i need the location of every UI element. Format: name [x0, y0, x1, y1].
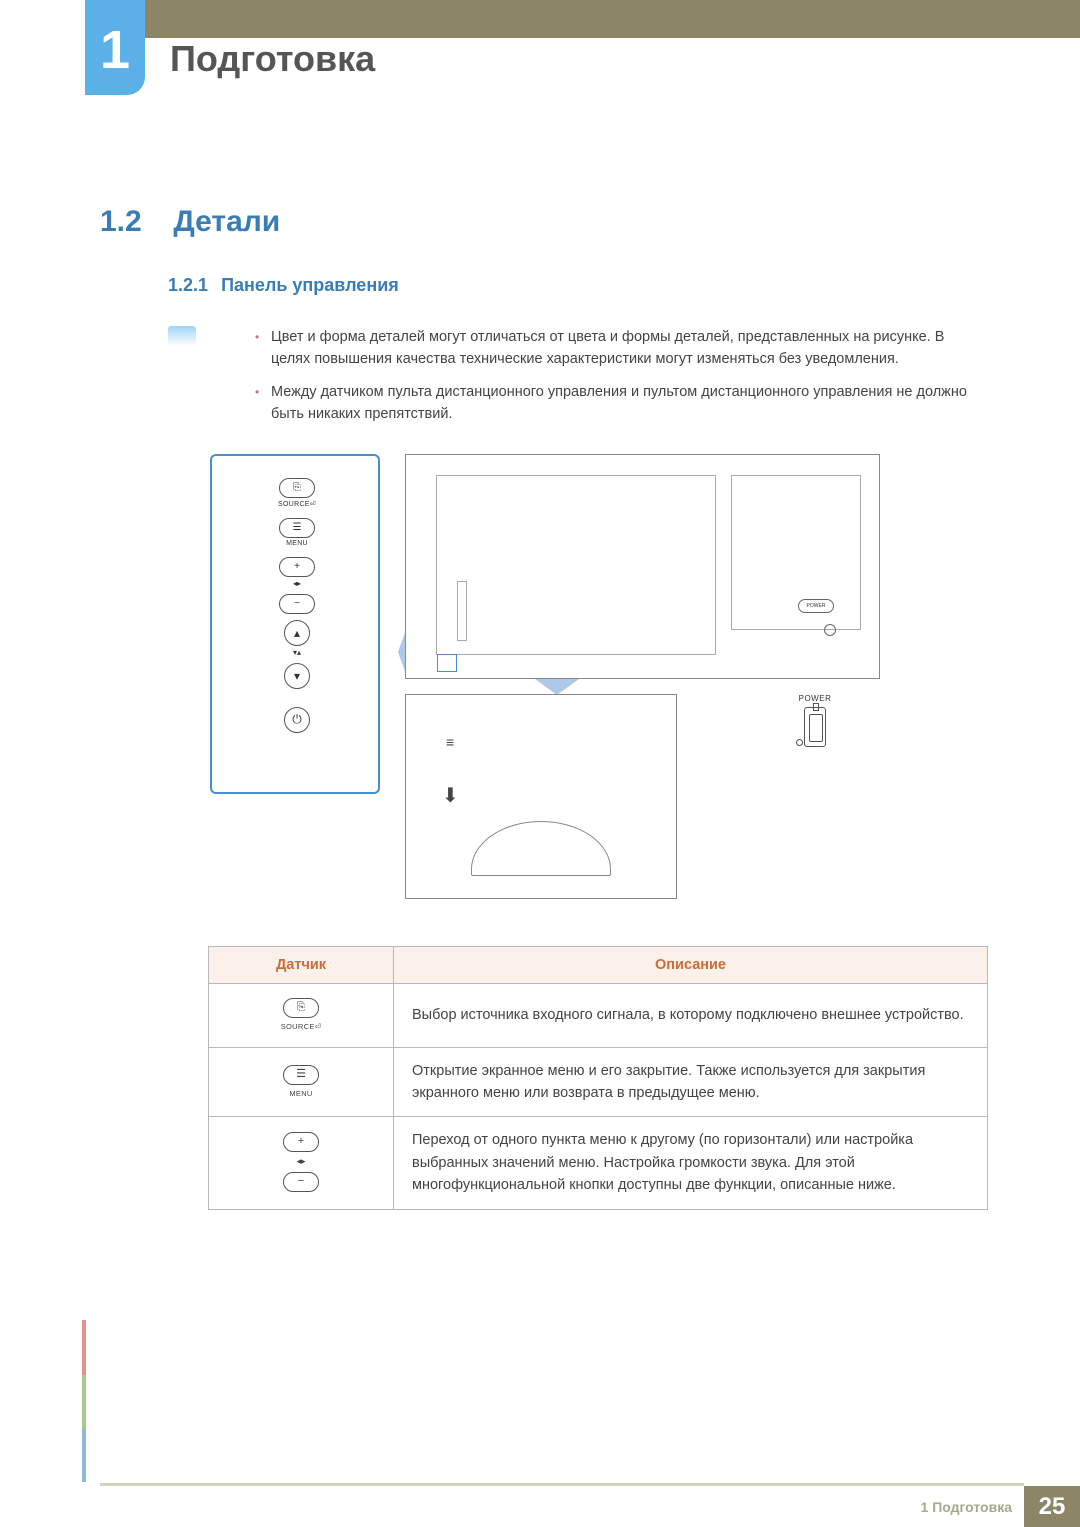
source-label: SOURCE⏎: [267, 500, 327, 508]
sensor-table: Датчик Описание ⎘ SOURCE⏎ Выбор источник…: [208, 946, 988, 1210]
sensor-icon-cell: ☰ MENU: [209, 1047, 394, 1117]
down-button-icon: ▾: [284, 663, 310, 689]
section-title: Детали: [173, 205, 280, 238]
device-rear-diagram: POWER: [405, 454, 880, 679]
subsection-number: 1.2.1: [168, 275, 208, 295]
sensor-desc: Выбор источника входного сигнала, в кото…: [394, 983, 988, 1047]
menu-label: MENU: [267, 540, 327, 547]
source-button-icon: ⎘: [279, 478, 315, 498]
power-button-icon: ⏻: [284, 707, 310, 733]
button-panel-diagram: ⎘ SOURCE⏎ ☰ MENU + ◂▸ − ▴ ▾▴ ▾ ⏻: [210, 454, 380, 794]
device-front-diagram: ≡ ⬇: [405, 694, 677, 899]
power-socket-label: POWER: [798, 599, 834, 613]
subsection-title: Панель управления: [221, 275, 399, 295]
menu-button-icon: ☰: [279, 518, 315, 538]
footer-chapter-label: 1 Подготовка: [921, 1499, 1024, 1515]
table-header-sensor: Датчик: [209, 946, 394, 983]
power-label: POWER: [785, 694, 845, 703]
chapter-header: 1 Подготовка: [0, 0, 1080, 75]
power-plug-diagram: POWER: [785, 694, 845, 766]
table-row: ⎘ SOURCE⏎ Выбор источника входного сигна…: [209, 983, 988, 1047]
table-row: + ◂▸ − Переход от одного пункта меню к д…: [209, 1117, 988, 1209]
callout-down-arrow-icon: [535, 679, 579, 695]
source-button-icon: ⎘: [283, 998, 319, 1018]
note-list: Цвет и форма деталей могут отличаться от…: [215, 326, 980, 426]
minus-button-icon: −: [279, 594, 315, 614]
sensor-icon-cell: ⎘ SOURCE⏎: [209, 983, 394, 1047]
lr-arrows-icon: ◂▸: [217, 1155, 385, 1169]
ud-arrows-icon: ▾▴: [267, 648, 327, 657]
section-number: 1.2: [100, 205, 165, 239]
page-footer: 1 Подготовка 25: [0, 1483, 1080, 1527]
subsection-heading: 1.2.1 Панель управления: [168, 275, 980, 296]
minus-button-icon: −: [283, 1172, 319, 1192]
control-panel-figure: ⎘ SOURCE⏎ ☰ MENU + ◂▸ − ▴ ▾▴ ▾ ⏻ POWER: [210, 454, 890, 924]
sensor-desc: Открытие экранное меню и его закрытие. Т…: [394, 1047, 988, 1117]
footer-page-number: 25: [1024, 1486, 1080, 1527]
sensor-icon-cell: + ◂▸ −: [209, 1117, 394, 1209]
chapter-number-box: 1: [85, 0, 145, 95]
button-label: SOURCE⏎: [217, 1021, 385, 1033]
note-item: Цвет и форма деталей могут отличаться от…: [255, 326, 980, 371]
plus-button-icon: +: [279, 557, 315, 577]
button-label: MENU: [217, 1088, 385, 1100]
ir-indicator-arrow-icon: ⬇: [442, 783, 459, 808]
chapter-title: Подготовка: [170, 38, 375, 80]
table-header-desc: Описание: [394, 946, 988, 983]
lr-arrows-icon: ◂▸: [267, 579, 327, 588]
note-icon: [168, 326, 196, 346]
plus-button-icon: +: [283, 1132, 319, 1152]
table-row: ☰ MENU Открытие экранное меню и его закр…: [209, 1047, 988, 1117]
up-button-icon: ▴: [284, 620, 310, 646]
section-heading: 1.2 Детали: [100, 205, 980, 239]
side-color-stripe: [82, 1320, 86, 1482]
note-item: Между датчиком пульта дистанционного упр…: [255, 381, 980, 426]
menu-button-icon: ☰: [283, 1065, 319, 1085]
sensor-desc: Переход от одного пункта меню к другому …: [394, 1117, 988, 1209]
